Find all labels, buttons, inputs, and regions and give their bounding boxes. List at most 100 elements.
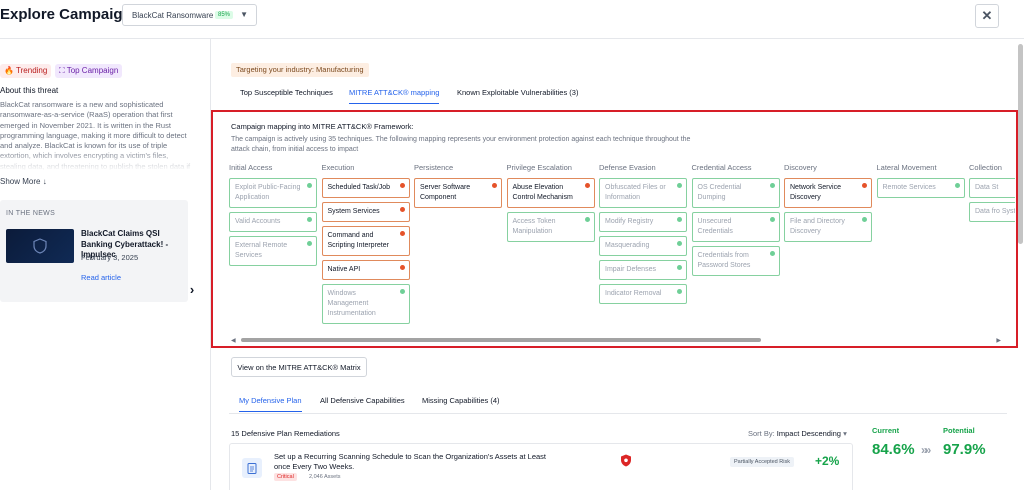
technique-card[interactable]: Impair Defenses [599, 260, 687, 280]
technique-label: Command and Scripting Interpreter [327, 232, 389, 249]
technique-card[interactable]: Data St [969, 178, 1015, 198]
news-date: February 3, 2025 [81, 253, 139, 262]
technique-card[interactable]: Native API [321, 260, 410, 280]
exposed-status-dot [399, 183, 405, 188]
chevron-down-icon: ▼ [240, 10, 248, 19]
tab-all-defensive-capabilities[interactable]: All Defensive Capabilities [320, 396, 405, 412]
mitre-mapping-panel: Campaign mapping into MITRE ATT&CK® Fram… [211, 110, 1018, 348]
sort-label: Sort By: [748, 429, 775, 438]
tactic-title: Lateral Movement [876, 163, 937, 172]
double-chevron-right-icon: »» [921, 443, 932, 457]
horizontal-scrollbar[interactable]: ◀ ▶ [231, 337, 1001, 344]
about-fade [0, 149, 200, 171]
protected-status-dot [307, 183, 312, 188]
scroll-right-icon[interactable]: ▶ [996, 337, 1001, 344]
mitre-description: The campaign is actively using 35 techni… [231, 136, 691, 153]
technique-card[interactable]: Unsecured Credentials [691, 212, 780, 242]
scroll-left-icon[interactable]: ◀ [231, 337, 236, 344]
potential-score: 97.9% [943, 441, 986, 458]
protected-status-dot [954, 183, 960, 188]
tactic-column: Privilege Escalation Abuse Elevation Cont… [506, 163, 595, 246]
protected-status-dot [307, 241, 312, 246]
show-more-label: Show More [0, 177, 41, 186]
technique-label: Impair Defenses [605, 266, 656, 273]
remediation-title: Set up a Recurring Scanning Schedule to … [274, 452, 547, 471]
technique-card[interactable]: Indicator Removal [599, 284, 687, 304]
technique-label: Credentials from Password Stores [697, 252, 751, 269]
caret-down-icon: ▾ [843, 429, 847, 438]
campaign-name: BlackCat Ransomware [132, 11, 214, 20]
technique-card[interactable]: Exploit Public-Facing Application [229, 178, 317, 208]
tab-mitre-mapping[interactable]: MITRE ATT&CK® mapping [349, 88, 440, 104]
shield-icon [33, 238, 47, 254]
main-panel: Targeting your industry: Manufacturing T… [211, 39, 1024, 490]
exposed-status-dot [862, 183, 867, 188]
score-gain: +2% [815, 454, 840, 468]
read-article-link[interactable]: Read article [81, 273, 121, 282]
tactic-column: Defense Evasion Obfuscated Files or Infor… [599, 163, 687, 308]
exposed-status-dot [492, 183, 497, 188]
technique-label: System Services [327, 208, 380, 215]
view-mitre-matrix-button[interactable]: View on the MITRE ATT&CK® Matrix [231, 357, 367, 377]
chevron-right-icon[interactable]: › [184, 282, 200, 298]
tab-missing-capabilities[interactable]: Missing Capabilities (4) [422, 396, 500, 412]
technique-card[interactable]: System Services [321, 202, 410, 222]
technique-label: Masquerading [605, 242, 650, 249]
technique-card[interactable]: Modify Registry [599, 212, 687, 232]
remediation-row[interactable]: Set up a Recurring Scanning Schedule to … [229, 443, 853, 490]
technique-label: Network Service Discovery [790, 184, 841, 201]
technique-label: Native API [327, 266, 361, 273]
tab-top-susceptible-techniques[interactable]: Top Susceptible Techniques [240, 88, 333, 104]
technique-label: External Remote Services [235, 242, 288, 259]
shield-alert-icon [621, 454, 631, 467]
technique-card[interactable]: External Remote Services [229, 236, 317, 266]
exposed-status-dot [399, 231, 405, 236]
technique-card[interactable]: Scheduled Task/Job [321, 178, 410, 198]
tactic-title: Defense Evasion [599, 163, 656, 172]
scrollbar-thumb[interactable] [241, 338, 761, 342]
top-campaign-tag: ⛶ Top Campaign [55, 64, 123, 78]
technique-card[interactable]: Masquerading [599, 236, 687, 256]
technique-card[interactable]: Credentials from Password Stores [691, 246, 780, 276]
technique-card[interactable]: Windows Management Instrumentation [321, 284, 410, 324]
technique-card[interactable]: Network Service Discovery [784, 178, 872, 208]
technique-card[interactable]: Access Token Manipulation [506, 212, 595, 242]
tactic-column: Collection Data St Data fro System [969, 163, 1015, 226]
tactic-title: Execution [321, 163, 355, 172]
protected-status-dot [307, 217, 312, 222]
technique-card[interactable]: Obfuscated Files or Information [599, 178, 687, 208]
close-button[interactable]: ✕ [975, 4, 999, 28]
tactic-column: Discovery Network Service Discovery File a… [784, 163, 872, 246]
technique-label: Data fro System [975, 208, 1015, 215]
protected-status-dot [677, 217, 682, 222]
technique-card[interactable]: OS Credential Dumping [691, 178, 780, 208]
campaign-select[interactable]: BlackCat Ransomware 85% ▼ [122, 4, 257, 26]
tab-known-vulnerabilities[interactable]: Known Exploitable Vulnerabilities (3) [457, 88, 578, 104]
tactic-title: Credential Access [691, 163, 752, 172]
sort-value: Impact Descending [776, 429, 841, 438]
sort-dropdown[interactable]: Sort By: Impact Descending ▾ [748, 429, 847, 438]
top-bar: Explore Campaigns: BlackCat Ransomware 8… [0, 0, 1024, 34]
vertical-scrollbar[interactable] [1018, 44, 1023, 244]
threat-sidebar: 🔥 Trending ⛶ Top Campaign About this thr… [0, 39, 210, 490]
tactic-title: Initial Access [229, 163, 273, 172]
mitre-technique-grid: Initial Access Exploit Public-Facing Appl… [229, 163, 1015, 333]
technique-card[interactable]: Command and Scripting Interpreter [321, 226, 410, 256]
technique-label: Modify Registry [605, 218, 654, 225]
technique-label: Indicator Removal [605, 290, 662, 297]
protected-status-dot [769, 183, 775, 188]
tab-my-defensive-plan[interactable]: My Defensive Plan [239, 396, 302, 412]
technique-card[interactable]: File and Directory Discovery [784, 212, 872, 242]
technique-card[interactable]: Server Software Component [414, 178, 502, 208]
technique-label: Obfuscated Files or Information [605, 184, 666, 201]
status-badge: Partially Accepted Risk [730, 457, 794, 467]
technique-card[interactable]: Data fro System [969, 202, 1015, 222]
exposed-status-dot [584, 183, 590, 188]
potential-score-label: Potential [943, 426, 975, 435]
technique-label: Exploit Public-Facing Application [235, 184, 301, 201]
technique-card[interactable]: Remote Services [876, 178, 965, 198]
technique-card[interactable]: Valid Accounts [229, 212, 317, 232]
severity-badge: Critical [274, 473, 297, 481]
technique-card[interactable]: Abuse Elevation Control Mechanism [506, 178, 595, 208]
show-more-link[interactable]: Show More ↓ [0, 177, 47, 186]
